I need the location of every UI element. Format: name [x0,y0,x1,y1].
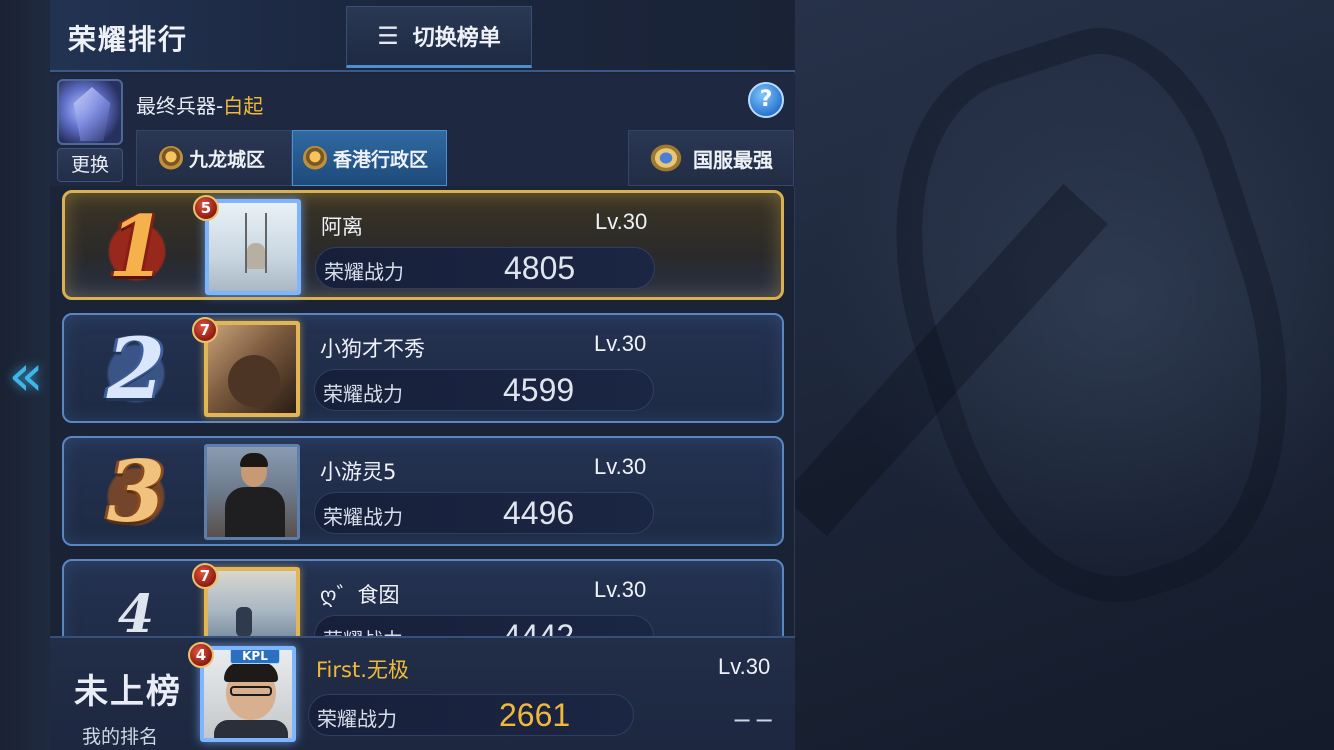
national-best-button[interactable]: 国服最强 [628,130,794,186]
region-badge-icon [303,146,327,170]
kpl-tag: KPL [230,650,280,664]
player-name: 小游灵5 [320,460,397,484]
hero-title: 最终兵器- [136,94,224,118]
avatar-art [236,607,252,636]
ranking-panel: 荣耀排行 ☰ 切换榜单 更换 最终兵器-白起 ? 九龙城区 香港行政区 国服最强… [50,0,795,750]
power-label: 荣耀战力 [323,624,403,636]
ranking-row[interactable]: 1 5 阿离 Lv.30 荣耀战力 4805 [62,190,784,300]
hero-selector: 更换 最终兵器-白起 ? 九龙城区 香港行政区 国服最强 [50,74,795,186]
crest-icon [649,143,683,173]
my-power-bar: 荣耀战力 2661 [308,694,634,736]
tab-kowloon-city[interactable]: 九龙城区 [136,130,292,186]
player-name: ღ゛食囡 [320,583,400,607]
power-bar: 荣耀战力 4599 [314,369,654,411]
rank-1-badge: 1 [87,201,187,293]
player-level: Lv.30 [594,331,647,356]
page-title: 荣耀排行 [68,23,189,56]
avatar[interactable] [204,321,300,417]
player-level: Lv.30 [594,577,647,602]
hero-name: 最终兵器-白起 [136,90,263,119]
my-rank-bar: 未上榜 我的排名 4 KPL First.无极 Lv.30 荣耀战力 2661 … [50,636,795,750]
avatar-art [228,355,280,407]
tab-label: 九龙城区 [189,148,266,171]
player-rank-badge: 7 [192,563,218,589]
background-shape [837,0,1334,642]
player-rank-badge: 4 [188,642,214,668]
player-rank-badge: 7 [192,317,218,343]
hero-portrait-art [73,87,111,141]
rank-3-badge: 3 [86,446,186,538]
title-bar: 荣耀排行 ☰ 切换榜单 [50,0,795,72]
change-hero-button[interactable]: 更换 [57,148,123,182]
ranking-list[interactable]: 1 5 阿离 Lv.30 荣耀战力 4805 2 7 小狗才不秀 Lv.30 荣… [50,186,795,636]
region-badge-icon [159,146,183,170]
power-label: 荣耀战力 [323,382,403,406]
avatar[interactable] [204,444,300,540]
tab-label: 香港行政区 [333,148,429,171]
avatar-art [224,662,278,682]
power-value: 4496 [503,495,575,531]
player-name: 阿离 [321,215,363,239]
player-level: Lv.30 [595,209,648,234]
back-arrow-icon[interactable]: « [6,340,46,410]
rank-4-label: 4 [117,584,155,636]
power-label: 荣耀战力 [324,260,404,284]
avatar-art [230,686,272,696]
my-player-name: First.无极 [316,658,409,682]
ranking-row[interactable]: 3 小游灵5 Lv.30 荣耀战力 4496 [62,436,784,546]
list-icon: ☰ [377,22,399,50]
power-value: 4805 [504,250,576,286]
my-avatar[interactable]: KPL [200,646,296,742]
my-rank-label: 我的排名 [82,726,159,748]
player-level: Lv.30 [594,454,647,479]
ranking-row[interactable]: 4 7 ღ゛食囡 Lv.30 荣耀战力 4442 [62,559,784,636]
power-label: 荣耀战力 [317,707,397,731]
switch-list-button[interactable]: ☰ 切换榜单 [346,6,532,68]
avatar-art [247,243,265,269]
help-icon[interactable]: ? [748,82,784,118]
player-name: 小狗才不秀 [320,337,425,361]
not-ranked-label: 未上榜 [74,672,182,712]
tab-hong-kong-sar[interactable]: 香港行政区 [292,130,447,186]
power-label: 荣耀战力 [323,505,403,529]
rank-2-badge: 2 [86,323,186,415]
player-rank-badge: 5 [193,195,219,221]
power-value: 4442 [503,618,575,636]
background-art [795,0,1334,750]
national-best-label: 国服最强 [693,147,773,172]
rank-trend-indicator: −− [732,706,777,734]
avatar[interactable] [205,199,301,295]
hero-name-highlight: 白起 [223,94,264,118]
left-strip: « [0,0,50,750]
power-value: 4599 [503,372,575,408]
switch-list-label: 切换榜单 [412,26,501,51]
power-bar: 荣耀战力 4805 [315,247,655,289]
avatar-art [225,487,285,537]
avatar-art [214,720,288,738]
ranking-row[interactable]: 2 7 小狗才不秀 Lv.30 荣耀战力 4599 [62,313,784,423]
my-power-value: 2661 [499,697,571,733]
avatar[interactable] [204,567,300,636]
hero-avatar[interactable] [57,79,123,145]
power-bar: 荣耀战力 4496 [314,492,654,534]
power-bar: 荣耀战力 4442 [314,615,654,636]
avatar-art [240,453,268,467]
my-player-level: Lv.30 [718,654,771,679]
